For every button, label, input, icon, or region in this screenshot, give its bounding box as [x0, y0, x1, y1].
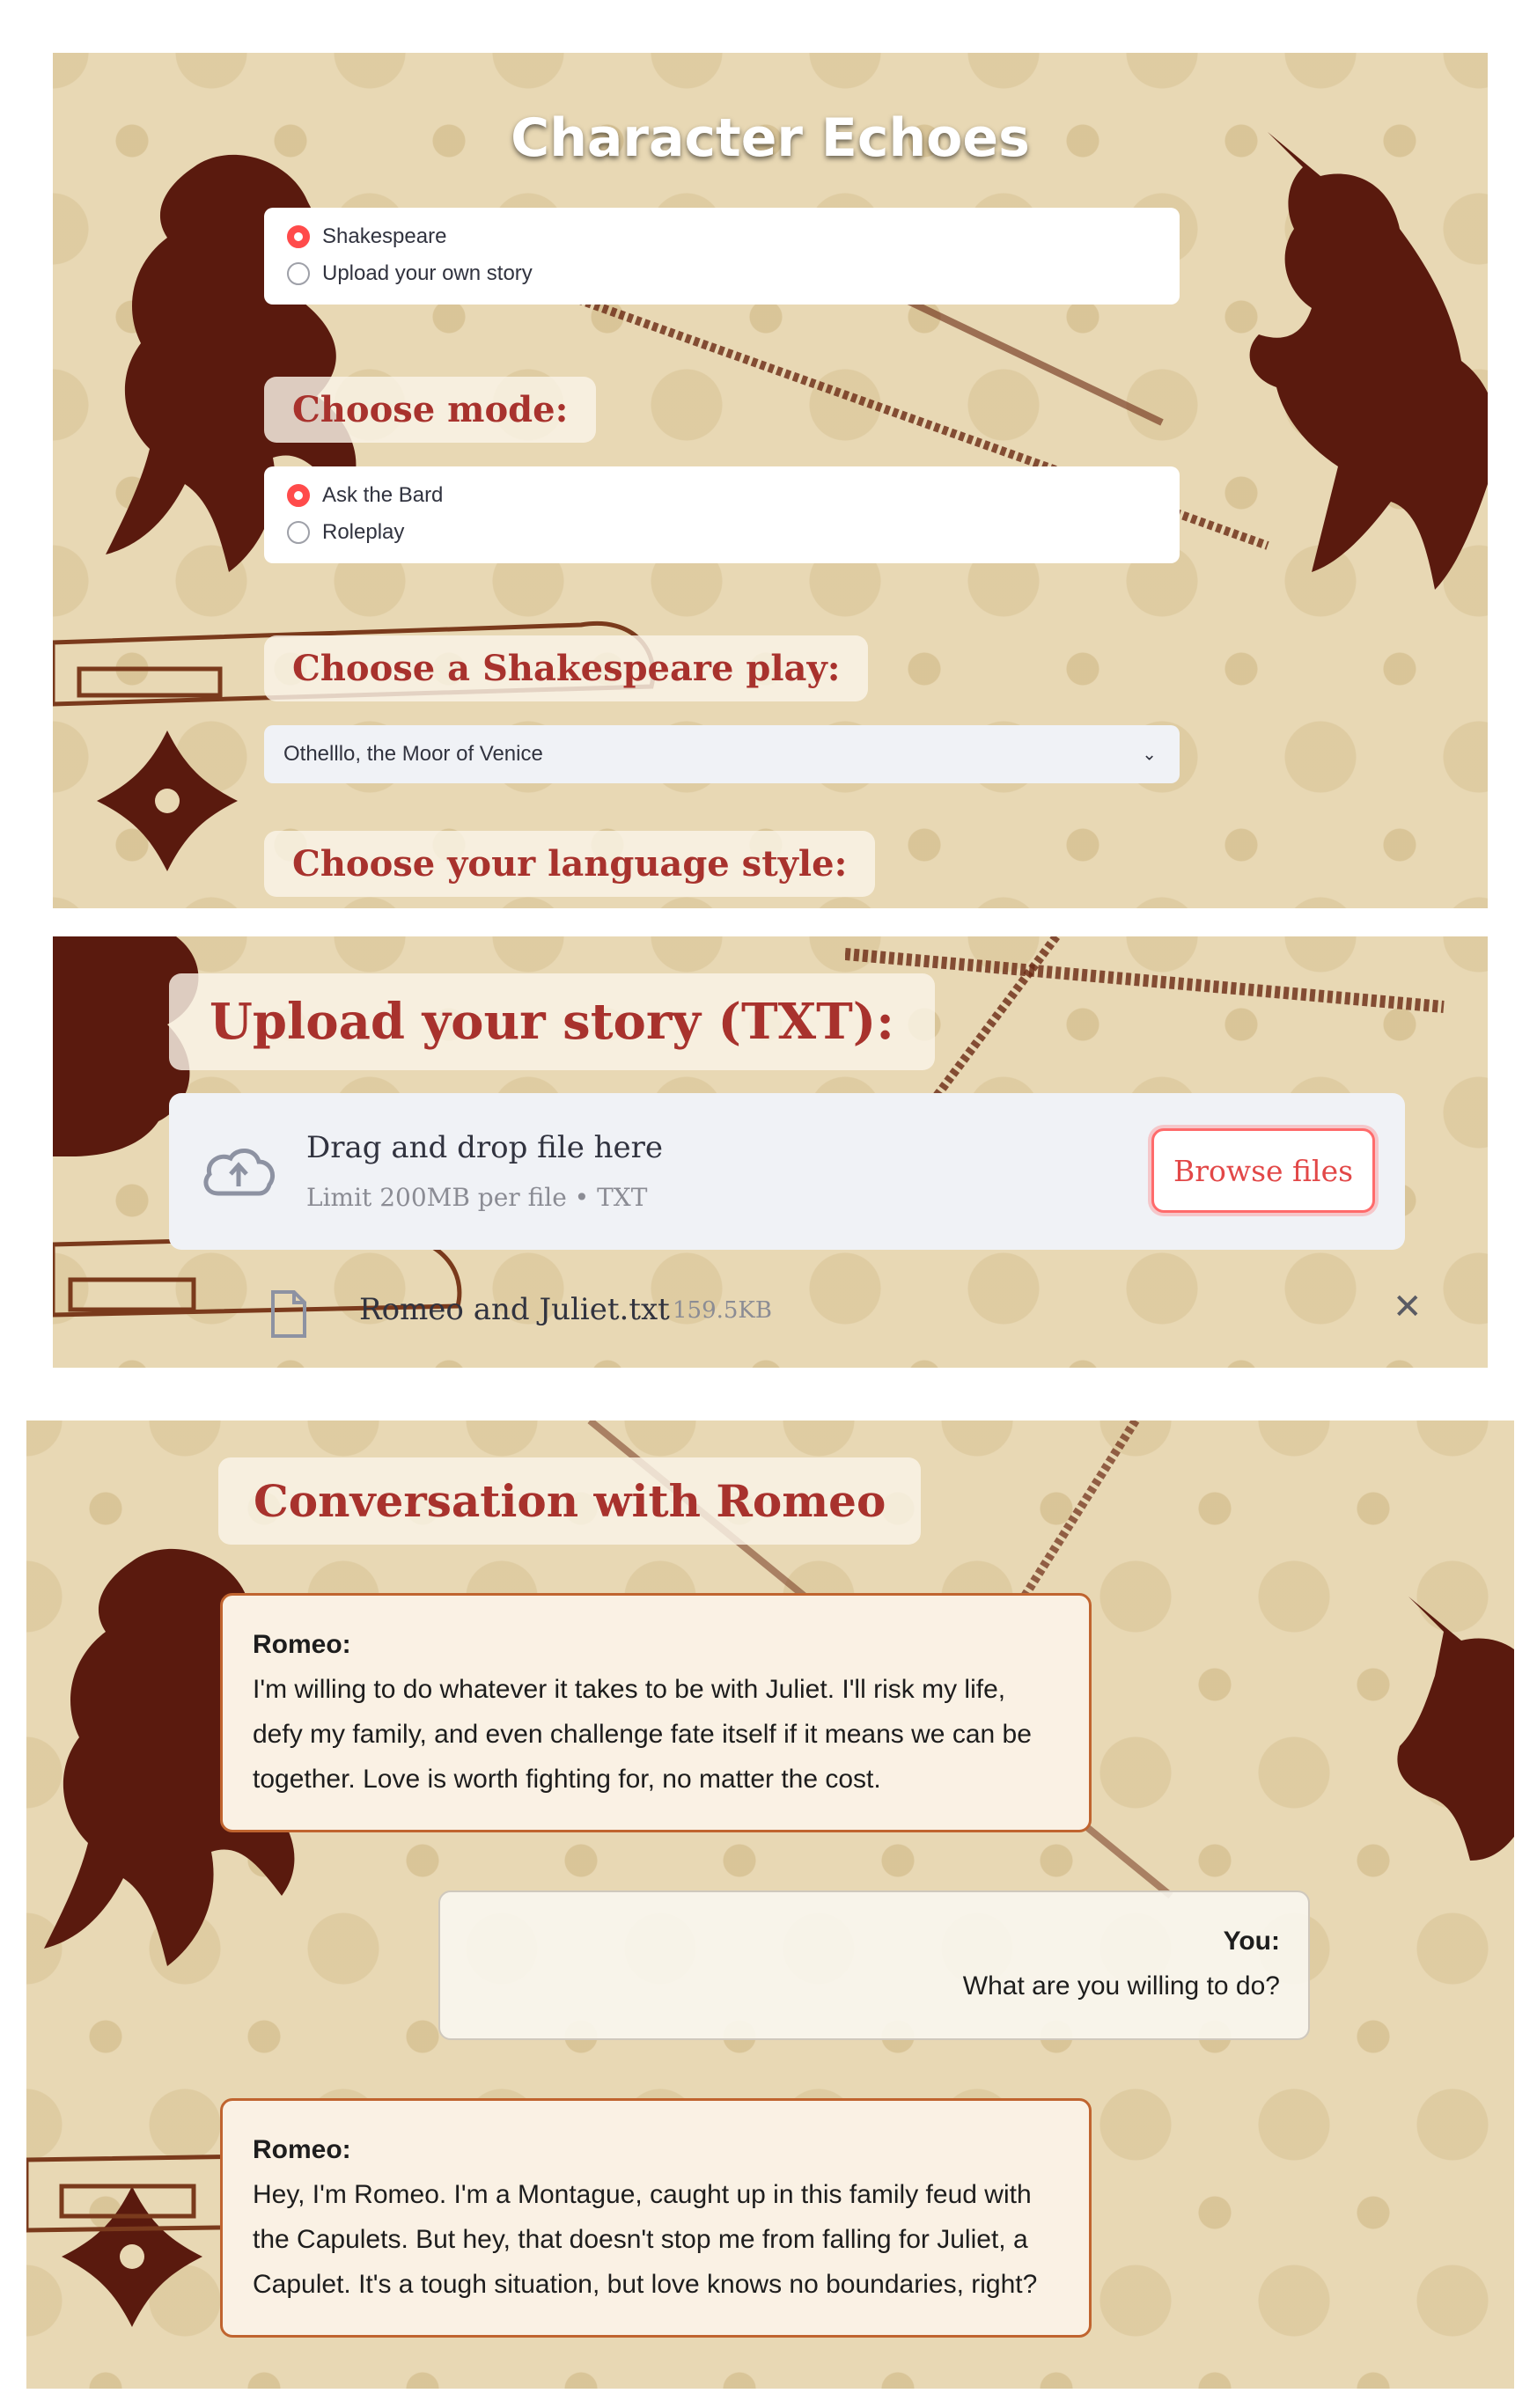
mode-radio-group: Ask the Bard Roleplay — [264, 466, 1180, 563]
mode-heading: Choose mode: — [264, 377, 597, 443]
play-select-value: Othelllo, the Moor of Venice — [283, 742, 543, 766]
chat-message-bot: Romeo: I'm willing to do whatever it tak… — [220, 1593, 1092, 1832]
radio-selected-icon — [287, 484, 310, 507]
chat-message-user: You: What are you willing to do? — [438, 1890, 1310, 2040]
conversation-heading: Conversation with Romeo — [218, 1457, 922, 1545]
app-title: Character Echoes — [511, 107, 1030, 169]
chevron-down-icon: ⌄ — [1142, 745, 1157, 765]
message-speaker: Romeo: — [253, 2135, 351, 2164]
language-heading: Choose your language style: — [264, 831, 876, 897]
unicorn-icon — [1249, 132, 1488, 590]
cloud-upload-icon — [203, 1149, 275, 1196]
message-text: What are you willing to do? — [962, 1971, 1280, 2001]
radio-ask-the-bard[interactable]: Ask the Bard — [264, 477, 1180, 514]
dropzone-limit: Limit 200MB per file • TXT — [306, 1183, 648, 1212]
message-speaker: Romeo: — [253, 1630, 351, 1659]
play-heading: Choose a Shakespeare play: — [264, 635, 869, 701]
unicorn-icon — [1397, 1597, 1514, 1861]
file-icon — [271, 1290, 306, 1338]
fleur-de-lis-icon — [62, 2186, 202, 2327]
radio-shakespeare[interactable]: Shakespeare — [264, 218, 1180, 255]
radio-label: Ask the Bard — [322, 483, 444, 507]
settings-panel: Character Echoes Shakespeare Upload your… — [53, 53, 1488, 908]
play-select[interactable]: Othelllo, the Moor of Venice ⌄ — [264, 725, 1180, 783]
radio-label: Upload your own story — [322, 261, 533, 285]
upload-heading: Upload your story (TXT): — [169, 973, 935, 1070]
message-text: Hey, I'm Romeo. I'm a Montague, caught u… — [253, 2180, 1038, 2299]
browse-files-button[interactable]: Browse files — [1151, 1128, 1375, 1213]
close-icon[interactable]: ✕ — [1393, 1287, 1423, 1327]
message-speaker: You: — [1223, 1927, 1280, 1956]
radio-selected-icon — [287, 225, 310, 248]
upload-panel: Upload your story (TXT): Drag and drop f… — [53, 936, 1488, 1368]
conversation-panel: Conversation with Romeo Romeo: I'm willi… — [26, 1421, 1514, 2389]
radio-label: Shakespeare — [322, 224, 447, 248]
radio-unselected-icon — [287, 521, 310, 544]
message-text: I'm willing to do whatever it takes to b… — [253, 1675, 1032, 1794]
radio-upload-story[interactable]: Upload your own story — [264, 255, 1180, 292]
radio-unselected-icon — [287, 262, 310, 285]
uploaded-file-size: 159.5KB — [673, 1297, 772, 1324]
radio-roleplay[interactable]: Roleplay — [264, 514, 1180, 551]
uploaded-file-row: Romeo and Juliet.txt 159.5KB ✕ — [211, 1281, 1444, 1345]
uploaded-file-name: Romeo and Juliet.txt — [359, 1292, 670, 1327]
dropzone-instructions: Drag and drop file here — [306, 1130, 664, 1165]
radio-label: Roleplay — [322, 520, 405, 544]
file-dropzone[interactable]: Drag and drop file here Limit 200MB per … — [169, 1093, 1405, 1250]
chat-message-bot: Romeo: Hey, I'm Romeo. I'm a Montague, c… — [220, 2098, 1092, 2338]
fleur-de-lis-icon — [97, 730, 238, 871]
source-radio-group: Shakespeare Upload your own story — [264, 208, 1180, 305]
